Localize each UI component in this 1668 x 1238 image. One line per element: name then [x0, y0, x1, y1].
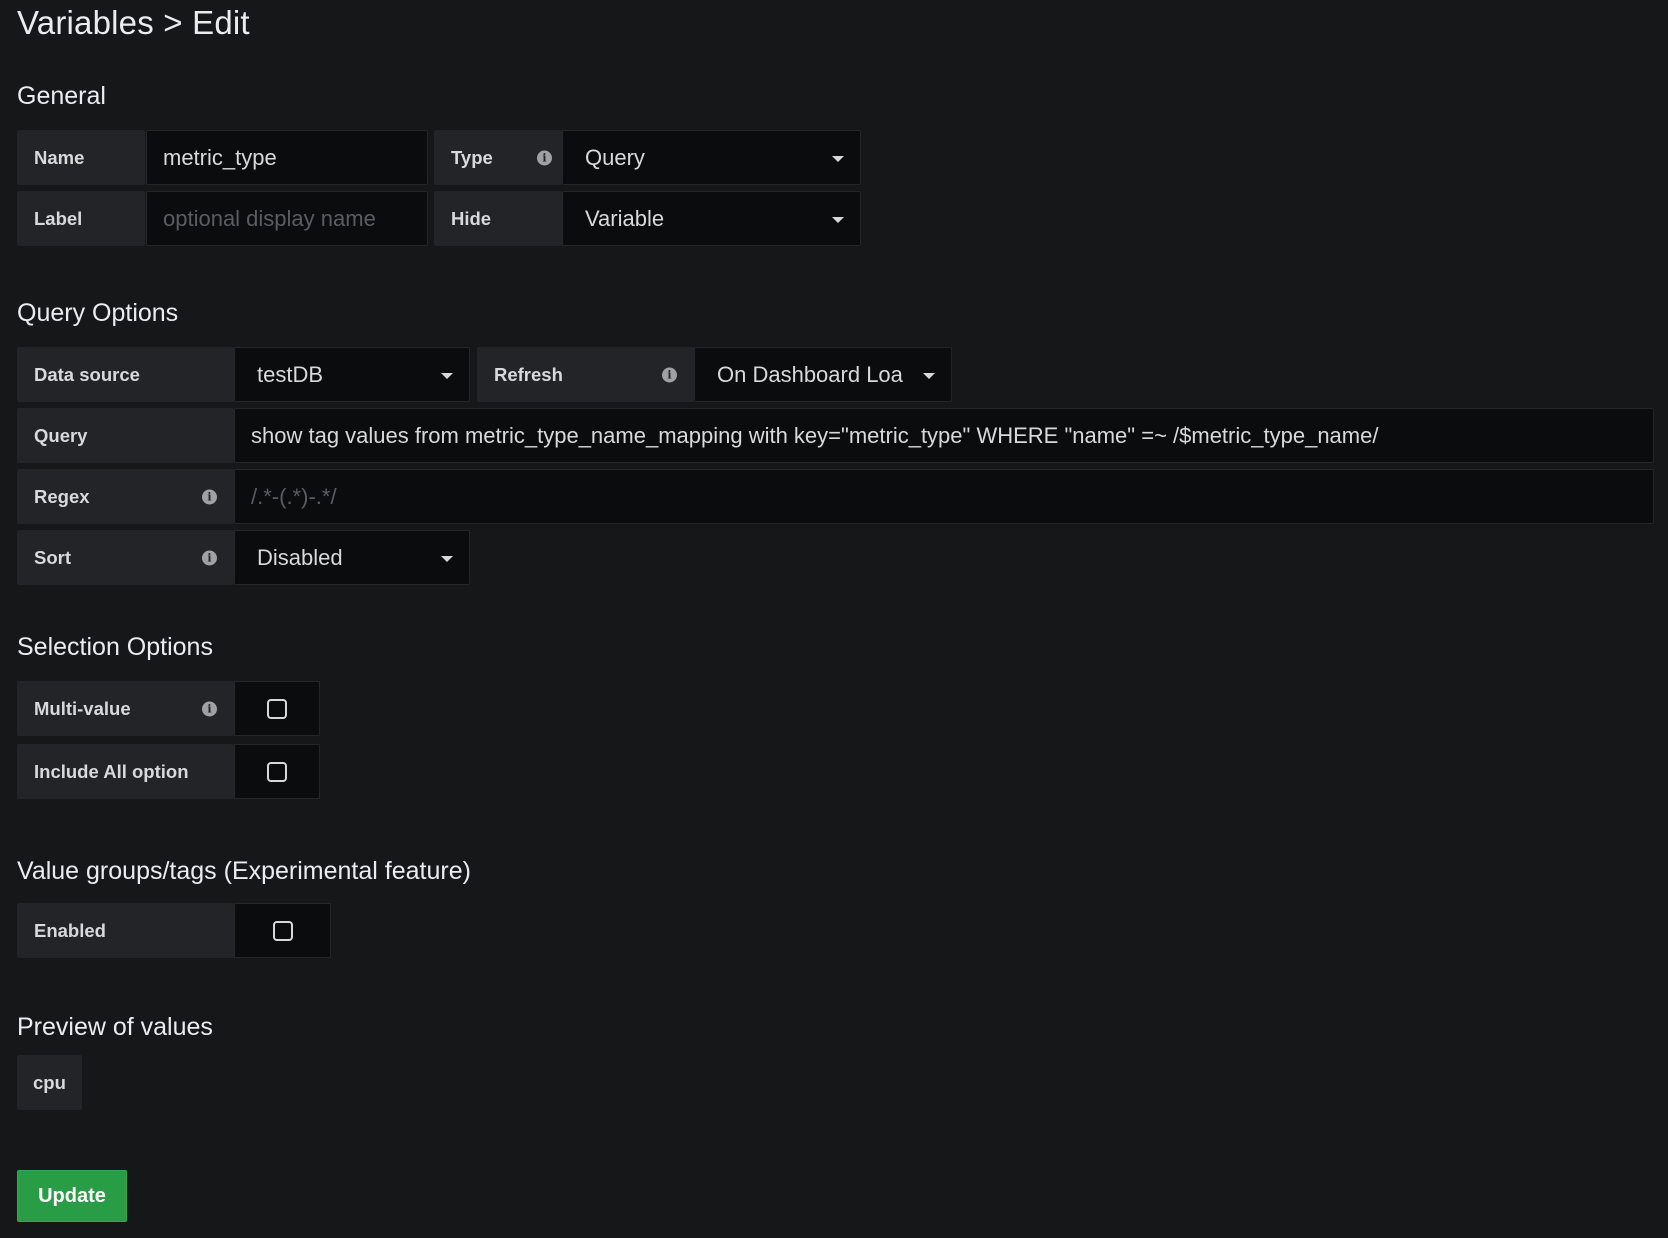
caret-down-icon — [832, 155, 844, 162]
regex-field[interactable] — [234, 469, 1654, 524]
datasource-label: Data source — [17, 347, 234, 402]
section-title-value-groups: Value groups/tags (Experimental feature) — [17, 857, 471, 885]
regex-label: Regex i — [17, 469, 234, 524]
preview-value-tag: cpu — [17, 1055, 82, 1110]
hide-select-value: Variable — [585, 205, 665, 231]
multi-value-label-text: Multi-value — [34, 697, 131, 719]
section-title-selection-options: Selection Options — [17, 633, 213, 661]
include-all-checkbox-cell[interactable] — [234, 744, 320, 799]
multi-value-info-icon[interactable]: i — [202, 701, 217, 716]
refresh-label: Refresh i — [477, 347, 694, 402]
include-all-label-text: Include All option — [34, 760, 189, 782]
preview-value-text: cpu — [33, 1071, 66, 1093]
sort-select[interactable]: Disabled — [234, 530, 470, 585]
caret-down-icon — [441, 372, 453, 379]
query-label-text: Query — [34, 424, 88, 446]
caret-down-icon — [923, 372, 935, 379]
label-input[interactable] — [163, 205, 427, 232]
section-title-general: General — [17, 82, 106, 110]
type-select[interactable]: Query — [562, 130, 861, 185]
name-input[interactable] — [163, 144, 427, 171]
enabled-checkbox-cell[interactable] — [234, 903, 331, 958]
datasource-label-text: Data source — [34, 363, 140, 385]
include-all-checkbox[interactable] — [267, 761, 287, 782]
enabled-checkbox[interactable] — [272, 920, 293, 941]
label-label-text: Label — [34, 207, 83, 229]
datasource-select[interactable]: testDB — [234, 347, 470, 402]
sort-label: Sort i — [17, 530, 234, 585]
name-field[interactable] — [146, 130, 428, 185]
caret-down-icon — [441, 555, 453, 562]
sort-info-icon[interactable]: i — [202, 550, 217, 565]
multi-value-checkbox[interactable] — [267, 698, 287, 719]
name-label: Name — [17, 130, 145, 185]
query-input[interactable] — [251, 422, 1653, 449]
type-label-text: Type — [451, 146, 493, 168]
refresh-label-text: Refresh — [494, 363, 563, 385]
section-title-query-options: Query Options — [17, 299, 179, 327]
enabled-label: Enabled — [17, 903, 234, 958]
datasource-select-value: testDB — [257, 361, 324, 387]
regex-input[interactable] — [251, 483, 1653, 510]
refresh-info-icon[interactable]: i — [662, 367, 677, 382]
type-label: Type i — [434, 130, 562, 185]
include-all-label: Include All option — [17, 744, 234, 799]
regex-label-text: Regex — [34, 485, 90, 507]
hide-label: Hide — [434, 191, 562, 246]
query-field[interactable] — [234, 408, 1654, 463]
label-label: Label — [17, 191, 145, 246]
refresh-select-value: On Dashboard Loa — [717, 361, 903, 387]
update-button[interactable]: Update — [17, 1170, 127, 1222]
type-select-value: Query — [585, 144, 645, 170]
sort-select-value: Disabled — [257, 544, 343, 570]
hide-select[interactable]: Variable — [562, 191, 861, 246]
multi-value-checkbox-cell[interactable] — [234, 681, 320, 736]
page-title: Variables > Edit — [17, 4, 250, 41]
caret-down-icon — [832, 216, 844, 223]
hide-label-text: Hide — [451, 207, 492, 229]
sort-label-text: Sort — [34, 546, 71, 568]
refresh-select[interactable]: On Dashboard Loa — [694, 347, 952, 402]
multi-value-label: Multi-value i — [17, 681, 234, 736]
query-label: Query — [17, 408, 234, 463]
enabled-label-text: Enabled — [34, 919, 106, 941]
type-info-icon[interactable]: i — [537, 150, 552, 165]
regex-info-icon[interactable]: i — [202, 489, 217, 504]
name-label-text: Name — [34, 146, 85, 168]
label-field[interactable] — [146, 191, 428, 246]
section-title-preview: Preview of values — [17, 1013, 213, 1041]
